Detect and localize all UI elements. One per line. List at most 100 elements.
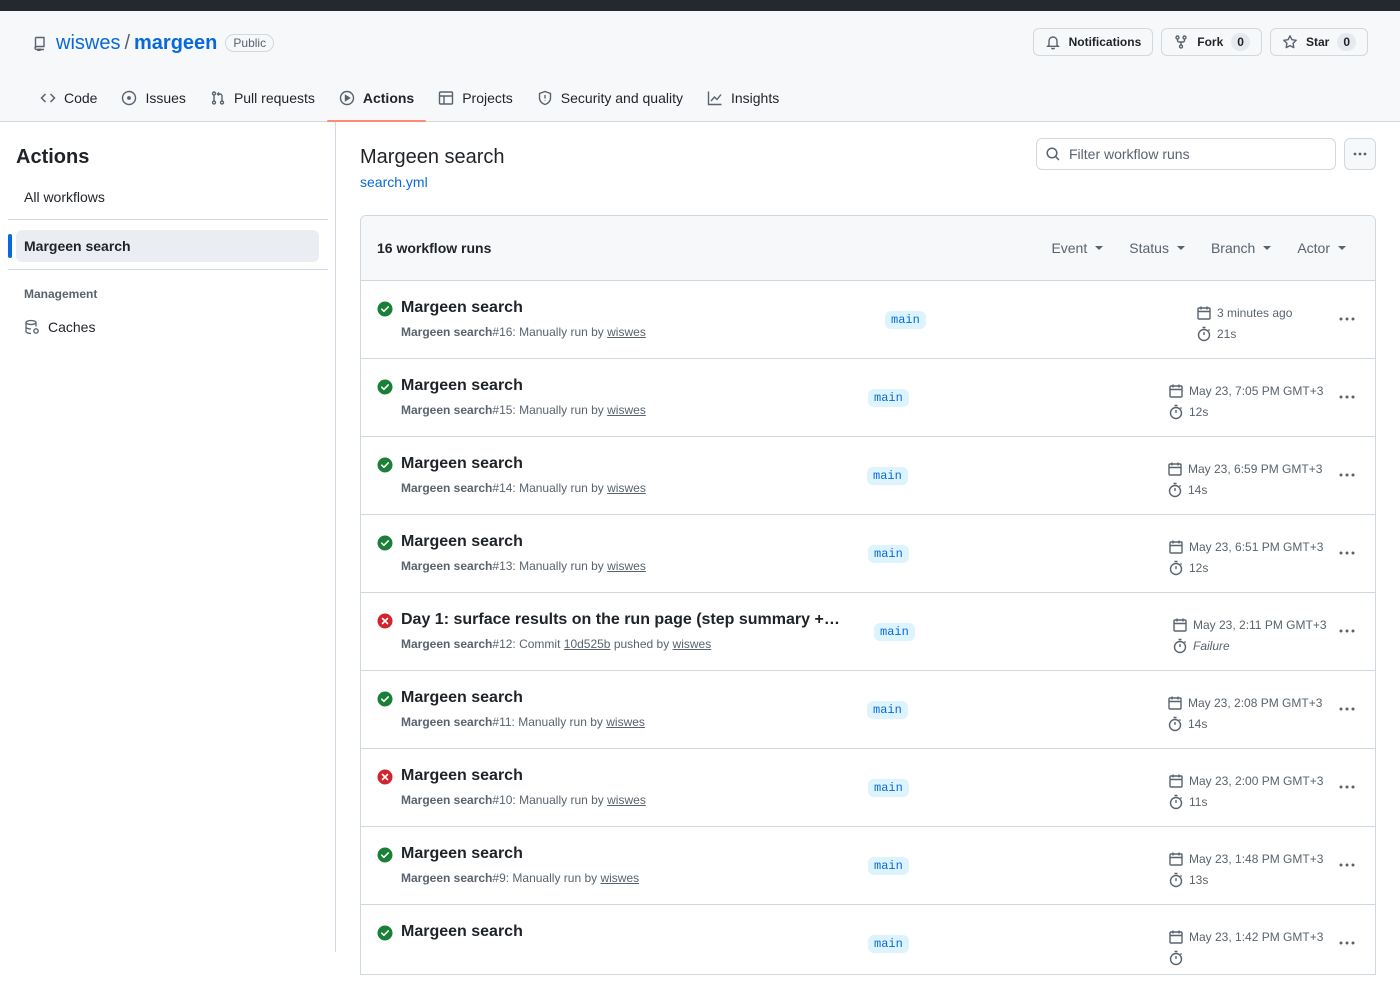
- stopwatch-icon: [1169, 794, 1183, 809]
- workflow-run-row[interactable]: Margeen search Margeen search#10: Manuall…: [361, 749, 1375, 827]
- branch-label[interactable]: main: [868, 935, 909, 953]
- run-trigger: : Manually run by: [512, 325, 608, 339]
- sidebar-title: Actions: [16, 146, 90, 168]
- actor-link[interactable]: wiswes: [673, 637, 712, 651]
- run-menu-button[interactable]: [1335, 387, 1359, 407]
- tab-insights[interactable]: Insights: [695, 75, 791, 121]
- run-menu-button[interactable]: [1335, 621, 1359, 641]
- branch-filter-dropdown[interactable]: Branch: [1211, 240, 1272, 256]
- workflow-run-row[interactable]: Margeen search Margeen search#9: Manually…: [361, 827, 1375, 905]
- check-circle-fill-icon: [377, 457, 393, 473]
- run-title-link[interactable]: Margeen search: [401, 845, 523, 863]
- workflow-run-row[interactable]: Margeen search Margeen search#16: Manuall…: [361, 281, 1375, 359]
- calendar-icon: [1169, 384, 1183, 398]
- actor-link[interactable]: wiswes: [607, 481, 646, 495]
- branch-label[interactable]: main: [867, 467, 908, 485]
- run-menu-button[interactable]: [1335, 933, 1359, 953]
- notifications-button[interactable]: Notifications: [1032, 28, 1154, 56]
- run-menu-button[interactable]: [1335, 309, 1359, 329]
- sidebar-divider: [8, 219, 328, 220]
- runs-count: 16 workflow runs: [377, 240, 492, 256]
- run-title-link[interactable]: Margeen search: [401, 689, 523, 707]
- tab-pull-requests[interactable]: Pull requests: [198, 75, 327, 121]
- workflow-run-row[interactable]: Margeen search Margeen search#14: Manuall…: [361, 437, 1375, 515]
- event-filter-dropdown[interactable]: Event: [1051, 240, 1104, 256]
- run-title-link[interactable]: Day 1: surface results on the run page (…: [401, 611, 841, 629]
- actor-link[interactable]: wiswes: [606, 715, 645, 729]
- actor-link[interactable]: wiswes: [607, 403, 646, 417]
- shield-icon: [538, 90, 551, 106]
- tab-actions[interactable]: Actions: [326, 75, 427, 122]
- check-circle-fill-icon: [377, 535, 393, 551]
- run-menu-button[interactable]: [1335, 777, 1359, 797]
- branch-label[interactable]: main: [867, 701, 908, 719]
- branch-label[interactable]: main: [868, 389, 909, 407]
- fork-button[interactable]: Fork 0: [1161, 28, 1262, 56]
- table-icon: [439, 91, 454, 105]
- tab-projects[interactable]: Projects: [426, 75, 525, 121]
- sidebar-item-margeen-search[interactable]: Margeen search: [16, 230, 319, 262]
- branch-label[interactable]: main: [868, 857, 909, 875]
- run-timestamp: May 23, 6:59 PM GMT+3: [1188, 461, 1323, 476]
- run-trigger: : Commit: [512, 637, 564, 651]
- run-menu-button[interactable]: [1335, 855, 1359, 875]
- run-title-link[interactable]: Margeen search: [401, 455, 523, 473]
- actor-link[interactable]: wiswes: [600, 871, 639, 885]
- branch-label[interactable]: main: [885, 311, 926, 329]
- branch-label[interactable]: main: [874, 623, 915, 641]
- database-icon: [25, 319, 39, 335]
- event-filter-label: Event: [1051, 240, 1088, 256]
- run-timing: May 23, 1:48 PM GMT+3 13s: [1168, 848, 1323, 890]
- repo-owner-link[interactable]: wiswes: [56, 32, 120, 55]
- tab-issues[interactable]: Issues: [109, 75, 197, 121]
- kebab-horizontal-icon: [1339, 785, 1355, 789]
- check-circle-fill-icon: [377, 847, 393, 863]
- run-title-link[interactable]: Margeen search: [401, 533, 523, 551]
- filter-input[interactable]: [1069, 146, 1319, 162]
- actor-link[interactable]: wiswes: [607, 793, 646, 807]
- actor-link[interactable]: wiswes: [607, 559, 646, 573]
- repo-name-link[interactable]: margeen: [134, 32, 217, 55]
- run-title-link[interactable]: Margeen search: [401, 767, 523, 785]
- run-timing: May 23, 2:08 PM GMT+3 14s: [1167, 692, 1322, 734]
- workflow-run-row[interactable]: Margeen search Margeen search#11: Manuall…: [361, 671, 1375, 749]
- workflow-run-row[interactable]: Margeen search Margeen search#15: Manuall…: [361, 359, 1375, 437]
- tab-code[interactable]: Code: [28, 75, 109, 121]
- actor-link[interactable]: wiswes: [607, 325, 646, 339]
- branch-label[interactable]: main: [868, 779, 909, 797]
- stopwatch-icon: [1169, 950, 1183, 965]
- kebab-horizontal-icon: [1339, 317, 1355, 321]
- branch-label[interactable]: main: [868, 545, 909, 563]
- workflow-run-row[interactable]: Day 1: surface results on the run page (…: [361, 593, 1375, 671]
- run-timestamp: May 23, 2:08 PM GMT+3: [1188, 695, 1323, 710]
- run-timing: May 23, 1:42 PM GMT+3: [1168, 926, 1323, 968]
- search-icon: [1046, 147, 1060, 161]
- sidebar-item-caches[interactable]: Caches: [16, 311, 319, 343]
- star-count: 0: [1337, 33, 1356, 51]
- run-title-link[interactable]: Margeen search: [401, 923, 523, 941]
- sidebar-item-all-workflows[interactable]: All workflows: [16, 181, 319, 213]
- x-circle-fill-icon: [377, 769, 393, 785]
- actor-filter-dropdown[interactable]: Actor: [1297, 240, 1346, 256]
- workflow-run-row[interactable]: Margeen search main May 23, 1:42 PM GMT+3: [361, 905, 1375, 974]
- star-button[interactable]: Star 0: [1269, 28, 1368, 56]
- workflow-run-row[interactable]: Margeen search Margeen search#13: Manuall…: [361, 515, 1375, 593]
- run-menu-button[interactable]: [1335, 543, 1359, 563]
- tab-security[interactable]: Security and quality: [525, 75, 695, 121]
- run-title-link[interactable]: Margeen search: [401, 299, 523, 317]
- workflow-file-link[interactable]: search.yml: [360, 174, 428, 190]
- run-title-link[interactable]: Margeen search: [401, 377, 523, 395]
- stopwatch-icon: [1169, 404, 1183, 419]
- run-menu-button[interactable]: [1335, 465, 1359, 485]
- repo-title: wiswes / margeen Public: [32, 31, 275, 55]
- status-filter-dropdown[interactable]: Status: [1129, 240, 1185, 256]
- issue-opened-icon: [122, 90, 137, 106]
- run-duration: 12s: [1189, 560, 1209, 575]
- stopwatch-icon: [1168, 482, 1182, 497]
- commit-sha-link[interactable]: 10d525b: [564, 637, 611, 651]
- run-menu-button[interactable]: [1335, 699, 1359, 719]
- runs-list-header: 16 workflow runs Event Status Branch Act…: [361, 216, 1375, 281]
- workflow-menu-button[interactable]: [1344, 138, 1376, 170]
- run-trigger: : Manually run by: [512, 559, 608, 573]
- bell-icon: [1045, 36, 1060, 50]
